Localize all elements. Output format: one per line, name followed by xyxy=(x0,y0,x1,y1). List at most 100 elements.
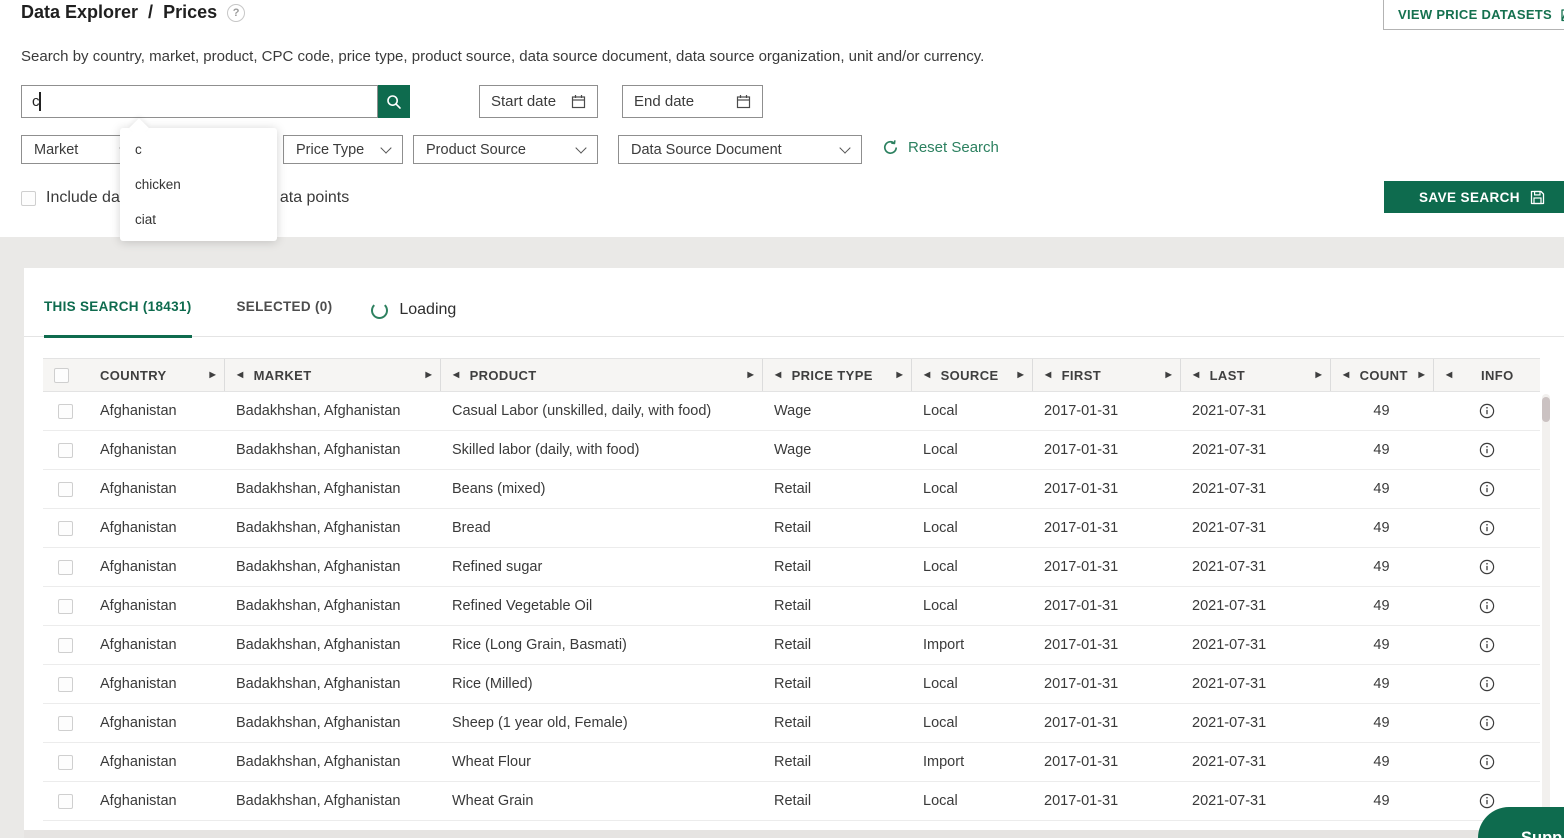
table-row: AfghanistanBadakhshan, AfghanistanCasual… xyxy=(43,392,1540,431)
cell-price-type: Retail xyxy=(762,704,911,742)
support-chat-button[interactable]: Supp xyxy=(1478,807,1564,838)
table-row: AfghanistanBadakhshan, AfghanistanBeans … xyxy=(43,470,1540,509)
col-move-right-icon[interactable]: ▶ xyxy=(1165,371,1172,379)
table-row: AfghanistanBadakhshan, AfghanistanBreadR… xyxy=(43,509,1540,548)
column-header-count[interactable]: ◀COUNT▶ xyxy=(1330,359,1433,391)
row-checkbox[interactable] xyxy=(58,560,73,575)
autocomplete-item[interactable]: chicken xyxy=(120,167,277,202)
col-move-left-icon[interactable]: ◀ xyxy=(1446,371,1453,379)
include-checkbox[interactable] xyxy=(21,191,36,206)
price-type-filter-dropdown[interactable]: Price Type xyxy=(283,135,403,164)
cell-source: Import xyxy=(911,743,1032,781)
cell-product: Casual Labor (unskilled, daily, with foo… xyxy=(440,392,762,430)
info-icon[interactable] xyxy=(1479,481,1495,497)
cell-info xyxy=(1433,743,1540,781)
info-icon[interactable] xyxy=(1479,442,1495,458)
col-move-right-icon[interactable]: ▶ xyxy=(896,371,903,379)
info-icon[interactable] xyxy=(1479,793,1495,809)
info-icon[interactable] xyxy=(1479,520,1495,536)
cell-source: Local xyxy=(911,782,1032,820)
info-icon[interactable] xyxy=(1479,715,1495,731)
view-price-datasets-button[interactable]: VIEW PRICE DATASETS xyxy=(1383,0,1564,30)
tab-selected[interactable]: SELECTED (0) xyxy=(237,299,333,336)
vertical-scrollbar[interactable] xyxy=(1542,394,1550,828)
cell-country: Afghanistan xyxy=(88,782,224,820)
search-input[interactable] xyxy=(21,85,378,118)
col-move-left-icon[interactable]: ◀ xyxy=(775,371,782,379)
end-date-input[interactable]: End date xyxy=(622,85,763,118)
cell-country: Afghanistan xyxy=(88,587,224,625)
column-header-first[interactable]: ◀FIRST▶ xyxy=(1032,359,1180,391)
horizontal-scrollbar[interactable] xyxy=(24,830,1564,838)
info-icon[interactable] xyxy=(1479,676,1495,692)
cell-market: Badakhshan, Afghanistan xyxy=(224,704,440,742)
col-move-right-icon[interactable]: ▶ xyxy=(209,371,216,379)
cell-product: Skilled labor (daily, with food) xyxy=(440,431,762,469)
autocomplete-item[interactable]: ciat xyxy=(120,202,277,237)
autocomplete-item[interactable]: c xyxy=(120,132,277,167)
column-header-product[interactable]: ◀PRODUCT▶ xyxy=(440,359,762,391)
col-move-left-icon[interactable]: ◀ xyxy=(1343,371,1350,379)
cell-info xyxy=(1433,626,1540,664)
row-checkbox[interactable] xyxy=(58,443,73,458)
col-move-right-icon[interactable]: ▶ xyxy=(1315,371,1322,379)
column-header-price-type[interactable]: ◀ PRICE TYPE ▶ xyxy=(762,359,911,391)
info-icon[interactable] xyxy=(1479,637,1495,653)
row-checkbox[interactable] xyxy=(58,638,73,653)
col-move-left-icon[interactable]: ◀ xyxy=(453,371,460,379)
column-header-market[interactable]: ◀MARKET▶ xyxy=(224,359,440,391)
reset-search-link[interactable]: Reset Search xyxy=(882,139,999,156)
tab-this-search[interactable]: THIS SEARCH (18431) xyxy=(44,299,192,336)
search-button[interactable] xyxy=(378,85,410,118)
row-checkbox[interactable] xyxy=(58,677,73,692)
include-label-left: Include da xyxy=(46,189,120,207)
cell-count: 49 xyxy=(1330,431,1433,469)
product-source-filter-label: Product Source xyxy=(426,142,526,158)
row-checkbox[interactable] xyxy=(58,521,73,536)
vertical-scrollbar-thumb[interactable] xyxy=(1542,397,1550,422)
view-price-datasets-label: VIEW PRICE DATASETS xyxy=(1398,7,1552,22)
column-label: PRICE TYPE xyxy=(792,368,873,383)
column-header-country[interactable]: COUNTRY ▶ xyxy=(88,359,224,391)
col-move-right-icon[interactable]: ▶ xyxy=(425,371,432,379)
row-checkbox[interactable] xyxy=(58,716,73,731)
cell-select xyxy=(43,431,88,469)
cell-select xyxy=(43,743,88,781)
row-checkbox[interactable] xyxy=(58,404,73,419)
col-move-right-icon[interactable]: ▶ xyxy=(747,371,754,379)
row-checkbox[interactable] xyxy=(58,794,73,809)
breadcrumb-root[interactable]: Data Explorer xyxy=(21,2,138,23)
start-date-input[interactable]: Start date xyxy=(479,85,598,118)
info-icon[interactable] xyxy=(1479,754,1495,770)
cell-price-type: Retail xyxy=(762,587,911,625)
info-icon[interactable] xyxy=(1479,598,1495,614)
text-caret xyxy=(39,92,41,111)
info-icon[interactable] xyxy=(1479,403,1495,419)
loading-label: Loading xyxy=(399,301,456,319)
product-source-filter-dropdown[interactable]: Product Source xyxy=(413,135,598,164)
col-move-left-icon[interactable]: ◀ xyxy=(1193,371,1200,379)
col-move-left-icon[interactable]: ◀ xyxy=(1045,371,1052,379)
data-source-document-filter-dropdown[interactable]: Data Source Document xyxy=(618,135,862,164)
column-header-source[interactable]: ◀ SOURCE ▶ xyxy=(911,359,1032,391)
col-move-right-icon[interactable]: ▶ xyxy=(1017,371,1024,379)
cell-market: Badakhshan, Afghanistan xyxy=(224,587,440,625)
col-move-right-icon[interactable]: ▶ xyxy=(1418,371,1425,379)
cell-first: 2017-01-31 xyxy=(1032,431,1180,469)
column-label: COUNTRY xyxy=(100,368,167,383)
row-checkbox[interactable] xyxy=(58,755,73,770)
row-checkbox[interactable] xyxy=(58,599,73,614)
help-icon[interactable]: ? xyxy=(227,4,245,22)
cell-source: Local xyxy=(911,509,1032,547)
loading-indicator: Loading xyxy=(371,301,456,336)
select-all-checkbox[interactable] xyxy=(54,368,69,383)
cell-source: Import xyxy=(911,626,1032,664)
save-search-button[interactable]: SAVE SEARCH xyxy=(1384,181,1564,213)
info-icon[interactable] xyxy=(1479,559,1495,575)
column-label: SOURCE xyxy=(941,368,999,383)
col-move-left-icon[interactable]: ◀ xyxy=(237,371,244,379)
column-header-last[interactable]: ◀LAST▶ xyxy=(1180,359,1330,391)
column-header-info[interactable]: ◀INFO xyxy=(1433,359,1540,391)
row-checkbox[interactable] xyxy=(58,482,73,497)
col-move-left-icon[interactable]: ◀ xyxy=(924,371,931,379)
